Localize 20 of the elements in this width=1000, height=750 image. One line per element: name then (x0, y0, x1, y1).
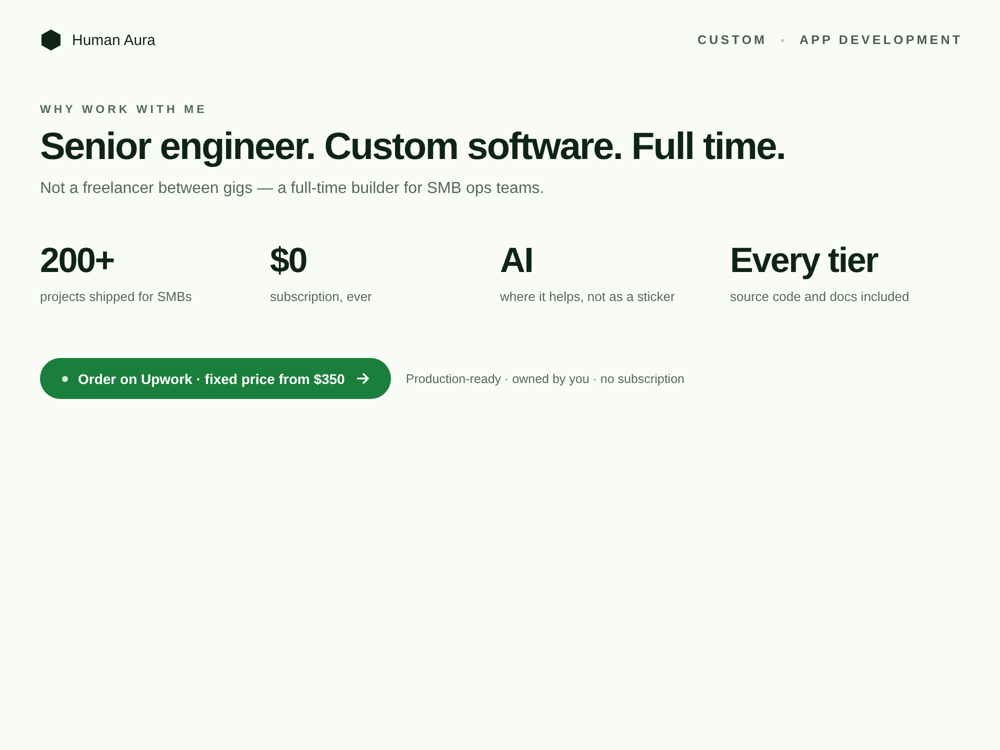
hexagon-logo-icon (40, 29, 62, 51)
subheadline: Not a freelancer between gigs — a full-time builder for SMB ops teams. (40, 179, 546, 199)
cta-note: Production-ready · owned by you · no subscription (406, 372, 684, 386)
brand-name[interactable]: Human Aura (72, 32, 156, 48)
stat-label: subscription, ever (270, 288, 372, 306)
stat-value: $0 (270, 240, 307, 282)
section-eyebrow: WHY WORK WITH ME (40, 103, 208, 118)
stat-value: AI (500, 240, 533, 282)
stat-label: projects shipped for SMBs (40, 288, 192, 306)
separator-dot-icon (781, 38, 784, 42)
nav-link[interactable]: CUSTOM (698, 33, 768, 47)
order-button[interactable]: Order on Upwork · fixed price from $350 (40, 358, 391, 399)
stat-value: 200+ (40, 240, 114, 282)
stat-label: where it helps, not as a sticker (500, 288, 675, 306)
stat-label: source code and docs included (730, 288, 910, 306)
nav-link[interactable]: APP DEVELOPMENT (799, 33, 963, 47)
dot-icon (62, 376, 68, 382)
headline: Senior engineer. Custom software. Full time. (40, 125, 786, 170)
arrow-right-icon (356, 373, 369, 384)
stat-value: Every tier (730, 240, 878, 282)
